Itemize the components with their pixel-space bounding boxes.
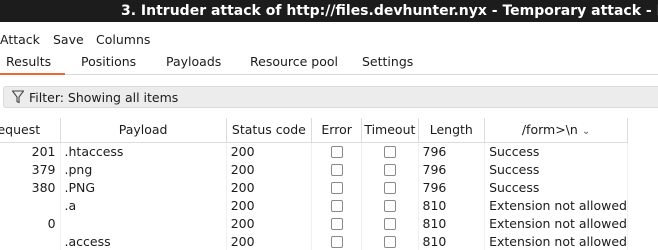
- cell-payload: .PNG: [60, 178, 227, 196]
- cell-extract: Success: [484, 178, 628, 196]
- cell-error: [311, 214, 363, 232]
- cell-length: 796: [418, 160, 486, 178]
- cell-length: 810: [418, 196, 486, 214]
- cell-status-code: 200: [226, 196, 313, 214]
- table-row[interactable]: 380 .PNG 200 796 Success: [0, 178, 628, 196]
- table-row[interactable]: .access 200 810 Extension not allowed: [0, 232, 628, 250]
- menu-bar: Attack Save Columns: [0, 30, 658, 50]
- column-header-extract[interactable]: /form>\n ⌄: [484, 118, 628, 143]
- error-checkbox: [330, 200, 343, 212]
- cell-error: [311, 160, 363, 178]
- cell-payload: .access: [60, 232, 227, 250]
- menu-attack[interactable]: Attack: [0, 32, 40, 47]
- filter-text: Filter: Showing all items: [29, 90, 179, 105]
- cell-extract: Extension not allowed: [484, 232, 628, 250]
- cell-payload: .htaccess: [60, 142, 227, 160]
- error-checkbox: [330, 236, 343, 248]
- table-row[interactable]: 379 .png 200 796 Success: [0, 160, 628, 178]
- cell-timeout: [361, 232, 419, 250]
- cell-error: [311, 142, 363, 160]
- column-header-length[interactable]: Length: [418, 118, 486, 143]
- cell-timeout: [361, 196, 419, 214]
- window-title-bar: 3. Intruder attack of http://files.devhu…: [0, 0, 658, 22]
- tab-positions-label: Positions: [81, 54, 137, 69]
- column-header-extract-label: /form>\n: [521, 122, 578, 138]
- cell-error: [311, 178, 363, 196]
- column-header-status-code[interactable]: Status code: [226, 118, 313, 143]
- cell-request: [0, 232, 61, 250]
- tab-results[interactable]: Results: [0, 54, 65, 75]
- timeout-checkbox: [383, 218, 396, 230]
- cell-request: 379: [0, 160, 61, 178]
- table-row[interactable]: .a 200 810 Extension not allowed: [0, 196, 628, 214]
- cell-extract: Success: [484, 142, 628, 160]
- cell-request: [0, 196, 61, 214]
- cell-error: [311, 232, 363, 250]
- cell-timeout: [361, 142, 419, 160]
- chevron-down-icon[interactable]: ⌄: [582, 126, 590, 137]
- cell-extract: Extension not allowed: [484, 214, 628, 232]
- cell-timeout: [361, 214, 419, 232]
- column-header-error[interactable]: Error: [311, 118, 363, 143]
- error-checkbox: [330, 146, 343, 159]
- table-header-row: Request Payload Status code Error Timeou…: [0, 118, 628, 143]
- window-title: 3. Intruder attack of http://files.devhu…: [121, 3, 658, 19]
- cell-extract: Success: [484, 160, 628, 178]
- cell-length: 796: [418, 142, 486, 160]
- cell-request: 380: [0, 178, 61, 196]
- cell-status-code: 200: [226, 142, 313, 160]
- cell-timeout: [361, 178, 419, 196]
- tab-resource-pool[interactable]: Resource pool: [250, 54, 338, 75]
- cell-status-code: 200: [226, 178, 313, 196]
- funnel-icon: [12, 90, 24, 104]
- cell-request: 201: [0, 142, 61, 160]
- tab-bar: Results Positions Payloads Resource pool…: [0, 50, 658, 75]
- cell-payload: .png: [60, 160, 227, 178]
- menu-save[interactable]: Save: [53, 32, 84, 47]
- cell-length: 810: [418, 214, 486, 232]
- tab-settings[interactable]: Settings: [362, 54, 413, 75]
- cell-payload: .a: [60, 196, 227, 214]
- cell-length: 810: [418, 232, 486, 250]
- tab-payloads[interactable]: Payloads: [166, 54, 221, 75]
- error-checkbox: [330, 182, 343, 194]
- timeout-checkbox: [383, 200, 396, 212]
- timeout-checkbox: [383, 236, 396, 248]
- table-row[interactable]: 0 200 810 Extension not allowed: [0, 214, 628, 232]
- cell-timeout: [361, 160, 419, 178]
- column-header-request[interactable]: Request: [0, 118, 61, 143]
- table-row[interactable]: 201 .htaccess 200 796 Success: [0, 142, 628, 160]
- column-header-payload[interactable]: Payload: [60, 118, 227, 143]
- results-table: Request Payload Status code Error Timeou…: [0, 118, 628, 250]
- error-checkbox: [330, 218, 343, 230]
- timeout-checkbox: [383, 182, 396, 194]
- tab-positions[interactable]: Positions: [81, 54, 136, 75]
- timeout-checkbox: [383, 146, 396, 159]
- filter-bar[interactable]: Filter: Showing all items: [3, 86, 658, 108]
- cell-extract: Extension not allowed: [484, 196, 628, 214]
- menu-columns[interactable]: Columns: [96, 32, 150, 47]
- cell-status-code: 200: [226, 232, 313, 250]
- tab-resource-pool-label: Resource pool: [250, 54, 339, 69]
- cell-status-code: 200: [226, 214, 313, 232]
- tab-results-label: Results: [6, 54, 52, 69]
- cell-error: [311, 196, 363, 214]
- tab-settings-label: Settings: [362, 54, 414, 69]
- cell-length: 796: [418, 178, 486, 196]
- error-checkbox: [330, 164, 343, 176]
- cell-status-code: 200: [226, 160, 313, 178]
- tab-payloads-label: Payloads: [166, 54, 222, 69]
- column-header-timeout[interactable]: Timeout: [361, 118, 419, 143]
- timeout-checkbox: [383, 164, 396, 176]
- cell-request: 0: [0, 214, 61, 232]
- cell-payload: [60, 214, 227, 232]
